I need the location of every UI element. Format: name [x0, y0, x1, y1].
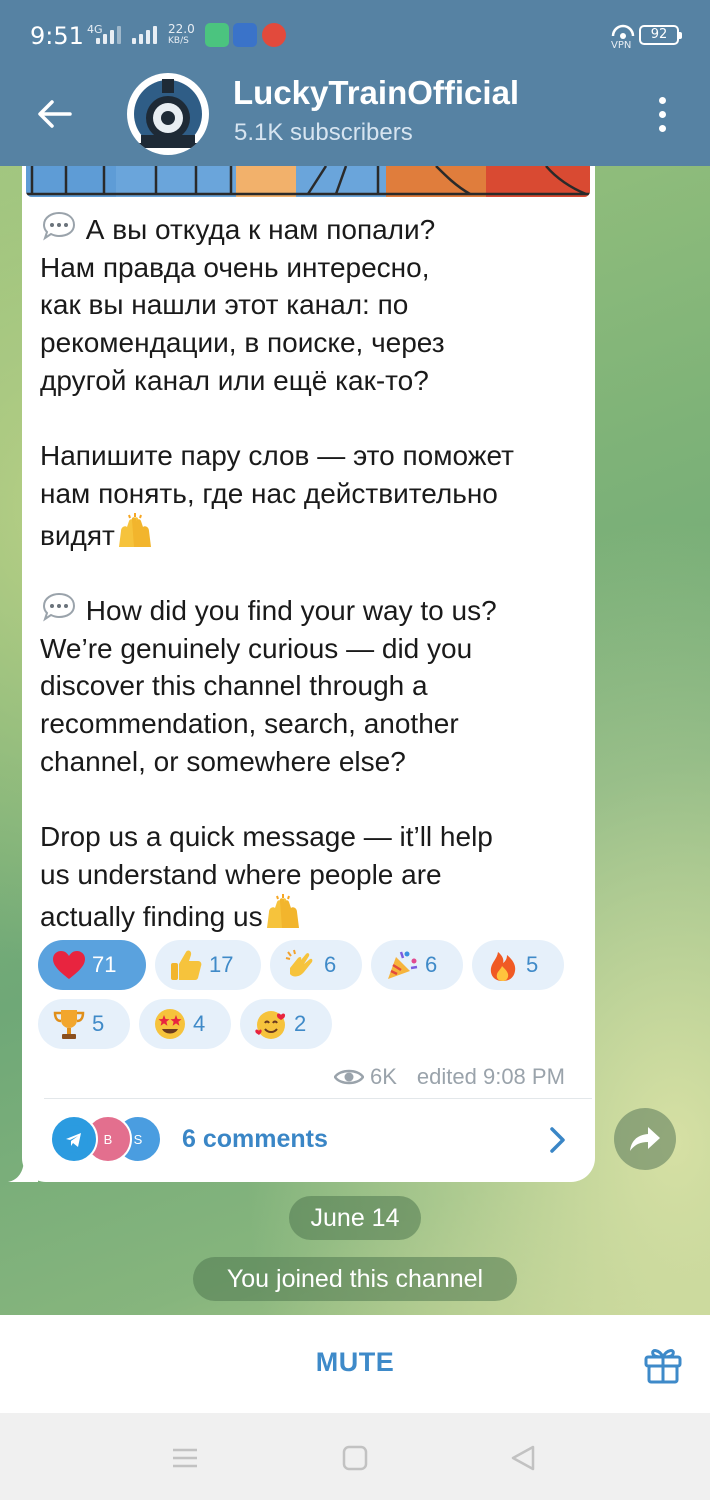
mute-button[interactable]: MUTE	[0, 1347, 710, 1378]
message-paragraph-ru-question: А вы откуда к нам попали? Нам правда оче…	[40, 214, 445, 396]
message-paragraph-ru-request: Напишите пару слов — это поможет нам пон…	[40, 440, 514, 551]
comments-label: 6 comments	[182, 1125, 328, 1153]
message-paragraph-en-question: How did you find your way to us? We’re g…	[40, 595, 497, 777]
gift-icon[interactable]	[642, 1343, 684, 1385]
reaction-clapping-hands[interactable]: 6	[270, 940, 362, 990]
reaction-star-struck[interactable]: 4	[139, 999, 231, 1049]
raising-hands-icon	[118, 512, 151, 547]
raising-hands-icon	[266, 893, 299, 928]
reaction-count: 6	[425, 952, 438, 977]
comments-button[interactable]: S B 6 comments	[50, 1113, 580, 1169]
system-navigation-bar	[0, 1413, 710, 1500]
fire-icon	[486, 948, 520, 982]
app-notification-icon	[205, 23, 229, 47]
message-meta: 6K edited 9:08 PM	[334, 1062, 565, 1092]
star-struck-icon	[153, 1007, 187, 1041]
share-arrow-icon	[630, 1127, 660, 1151]
vpn-label: VPN	[611, 40, 632, 51]
reaction-count: 6	[324, 952, 337, 977]
reaction-heart[interactable]: 71	[38, 940, 146, 990]
reaction-count: 71	[92, 952, 117, 977]
arrow-left-icon	[38, 100, 72, 128]
view-count: 6K	[370, 1064, 397, 1089]
speech-bubble-icon	[42, 211, 76, 241]
menu-dot	[658, 96, 666, 104]
share-button[interactable]	[614, 1108, 676, 1170]
speed-value: 22.0	[168, 22, 195, 36]
commenter-avatar	[50, 1115, 98, 1163]
reaction-count: 5	[526, 952, 539, 977]
recent-apps-icon[interactable]	[170, 1443, 200, 1473]
channel-bottom-bar: MUTE	[0, 1315, 710, 1413]
speech-bubble-icon	[42, 593, 76, 622]
status-bar: 9:51 4G 22.0 KB/S VPN 92	[0, 0, 710, 70]
speed-unit: KB/S	[168, 36, 189, 46]
train-logo-icon	[130, 76, 206, 152]
channel-avatar[interactable]	[127, 73, 209, 155]
battery-icon: 92	[639, 25, 682, 45]
smiling-face-with-hearts-icon	[254, 1007, 288, 1041]
menu-dot	[658, 110, 666, 118]
date-separator: June 14	[289, 1196, 421, 1240]
reaction-count: 17	[209, 952, 234, 977]
reaction-count: 2	[294, 1011, 307, 1036]
eye-icon	[334, 1069, 364, 1085]
app-notification-icon	[262, 23, 286, 47]
service-message: You joined this channel	[193, 1257, 517, 1301]
status-time: 9:51	[30, 22, 84, 50]
more-menu-button[interactable]	[644, 90, 680, 138]
telegram-icon	[60, 1125, 88, 1153]
reaction-trophy[interactable]: 5	[38, 999, 130, 1049]
back-nav-icon[interactable]	[508, 1443, 538, 1473]
message-image-preview[interactable]	[26, 166, 590, 197]
message-text: А вы откуда к нам попали? Нам правда оче…	[40, 211, 585, 935]
chat-header: LuckyTrainOfficial 5.1K subscribers	[0, 70, 710, 166]
heart-icon	[52, 948, 86, 982]
channel-title: LuckyTrainOfficial	[233, 74, 520, 111]
reaction-fire[interactable]: 5	[472, 940, 564, 990]
thumbs-up-icon	[169, 948, 203, 982]
reaction-count: 4	[193, 1011, 206, 1036]
reaction-thumbs-up[interactable]: 17	[155, 940, 261, 990]
chevron-right-icon	[550, 1127, 565, 1153]
menu-dot	[658, 124, 666, 132]
back-button[interactable]	[30, 90, 78, 138]
party-popper-icon	[385, 948, 419, 982]
reactions-bar: 71 17 6 6 5 5 4 2	[38, 940, 578, 1058]
illustration-strip	[26, 166, 590, 197]
app-notification-icon	[233, 23, 257, 47]
comments-divider	[44, 1098, 592, 1099]
reaction-party-popper[interactable]: 6	[371, 940, 463, 990]
home-icon[interactable]	[340, 1443, 370, 1473]
reaction-count: 5	[92, 1011, 105, 1036]
clapping-hands-icon	[284, 948, 318, 982]
signal-icon	[96, 26, 121, 44]
trophy-icon	[52, 1007, 86, 1041]
reaction-smiling-face-with-hearts[interactable]: 2	[240, 999, 332, 1049]
signal-icon-2	[132, 26, 157, 44]
edited-timestamp: edited 9:08 PM	[416, 1064, 565, 1089]
subscriber-count: 5.1K subscribers	[234, 119, 413, 146]
